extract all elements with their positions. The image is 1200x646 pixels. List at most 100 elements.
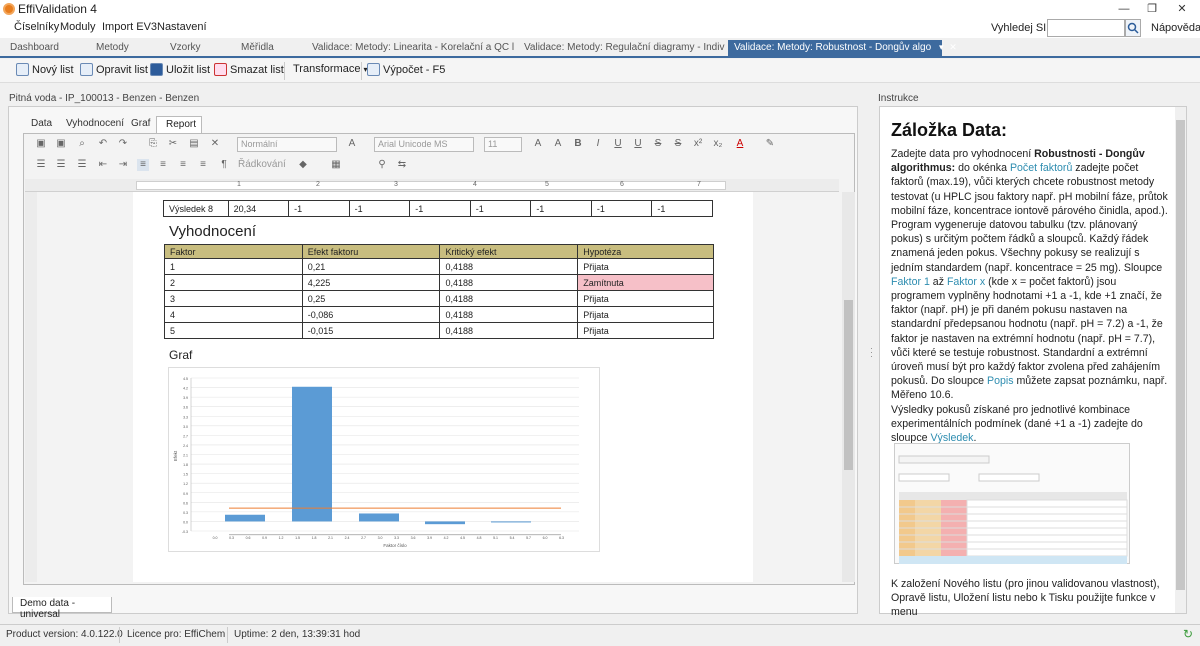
x-tick-label: 3.6: [411, 536, 416, 540]
column-header: Kritický efekt: [439, 244, 579, 259]
save-all-icon[interactable]: ▣: [55, 138, 67, 150]
subtab-report[interactable]: Report: [156, 116, 202, 133]
delete-sheet-button[interactable]: Smazat list: [214, 63, 284, 76]
ruler-body: [136, 181, 726, 190]
undo-icon[interactable]: ↶: [97, 138, 109, 150]
bottom-sheet-tab[interactable]: Demo data - universal: [12, 597, 112, 620]
menu-ciselniky[interactable]: Číselníky: [14, 21, 59, 33]
panel-splitter[interactable]: · · ·: [868, 106, 875, 614]
search-button[interactable]: [1125, 19, 1141, 37]
styles-icon[interactable]: A: [346, 138, 358, 150]
delete-icon: [214, 63, 227, 76]
borders-icon[interactable]: ▦: [330, 159, 342, 171]
tab-metody[interactable]: Metody: [96, 42, 129, 53]
size-select[interactable]: 11: [484, 137, 522, 152]
menu-import[interactable]: Import EV3: [102, 21, 157, 33]
menu-moduly[interactable]: Moduly: [60, 21, 95, 33]
tab-robustnost[interactable]: Validace: Metody: Robustnost - Dongův al…: [728, 40, 957, 58]
subscript-icon[interactable]: x₂: [712, 138, 724, 150]
preview-icon[interactable]: ⌕: [76, 138, 88, 150]
table-cell: 4,225: [301, 274, 441, 291]
search-icon: [1127, 22, 1139, 34]
decrease-indent-icon[interactable]: ⇤: [97, 159, 109, 171]
bullets-icon[interactable]: ☰: [35, 159, 47, 171]
strikethrough-icon[interactable]: S: [652, 138, 664, 150]
status-separator: [119, 627, 120, 643]
double-underline-icon[interactable]: U: [632, 138, 644, 150]
style-select[interactable]: Normální: [237, 137, 337, 152]
cut-icon[interactable]: ✂: [167, 138, 179, 150]
tab-vzorky[interactable]: Vzorky: [170, 42, 201, 53]
restore-button[interactable]: ❐: [1140, 1, 1164, 17]
y-tick-label: 0.3: [183, 511, 188, 515]
paste-icon[interactable]: ▤: [188, 138, 200, 150]
x-axis-label: Faktor číslo: [383, 543, 407, 548]
help-link[interactable]: Nápověda: [1151, 22, 1200, 34]
increase-indent-icon[interactable]: ⇥: [117, 159, 129, 171]
align-left-icon[interactable]: ≡: [137, 159, 149, 171]
italic-icon[interactable]: I: [592, 138, 604, 150]
tab-dashboard[interactable]: Dashboard: [10, 42, 59, 53]
compute-button[interactable]: Výpočet - F5: [367, 63, 445, 76]
refresh-icon[interactable]: ↻: [1183, 627, 1193, 641]
y-tick-label: 4.2: [183, 387, 188, 391]
new-sheet-button[interactable]: Nový list: [16, 63, 74, 76]
x-tick-label: 1.8: [312, 536, 317, 540]
highlight-icon[interactable]: ✎: [764, 138, 776, 150]
y-tick-label: 0.0: [183, 520, 188, 524]
compute-label: Výpočet - F5: [383, 63, 446, 76]
font-select[interactable]: Arial Unicode MS: [374, 137, 474, 152]
tab-menu-icon[interactable]: ▾: [939, 42, 944, 52]
justify-icon[interactable]: ≡: [197, 159, 209, 171]
clear-icon[interactable]: ✕: [209, 138, 221, 150]
table-cell: -1: [348, 200, 411, 217]
multilevel-icon[interactable]: ☰: [76, 159, 88, 171]
bold-icon[interactable]: B: [572, 138, 584, 150]
menu-nastaveni[interactable]: Nastavení: [157, 21, 207, 33]
table-cell: 0,4188: [439, 274, 579, 291]
line-spacing-menu[interactable]: Řádkování: [238, 159, 286, 170]
tab-regulacni[interactable]: Validace: Metody: Regulační diagramy - I…: [524, 42, 724, 53]
pilcrow-icon[interactable]: ¶: [218, 159, 230, 171]
tab-linearita[interactable]: Validace: Metody: Linearita - Korelační …: [312, 42, 514, 53]
edit-sheet-button[interactable]: Opravit list: [80, 63, 148, 76]
minimize-button[interactable]: —: [1112, 1, 1136, 17]
table-cell: 5: [164, 322, 303, 339]
underline-icon[interactable]: U: [612, 138, 624, 150]
grip-icon: · · ·: [870, 343, 873, 361]
column-header: Efekt faktoru: [301, 244, 441, 259]
table-cell: -1: [409, 200, 471, 217]
x-tick-label: 1.2: [279, 536, 284, 540]
copy-icon[interactable]: ⎘: [147, 138, 159, 150]
tab-meridla[interactable]: Měřidla: [241, 42, 274, 53]
toolbar-separator: [284, 62, 285, 80]
instructions-scroll-thumb[interactable]: [1176, 120, 1185, 590]
x-tick-label: 3.9: [427, 536, 432, 540]
close-button[interactable]: ✕: [1170, 1, 1194, 17]
align-center-icon[interactable]: ≡: [157, 159, 169, 171]
align-right-icon[interactable]: ≡: [177, 159, 189, 171]
subtab-graf[interactable]: Graf: [131, 118, 150, 129]
editor-scroll-thumb[interactable]: [844, 300, 853, 470]
search-input[interactable]: [1047, 19, 1125, 37]
double-strike-icon[interactable]: S: [672, 138, 684, 150]
superscript-icon[interactable]: x²: [692, 138, 704, 150]
save-sheet-button[interactable]: Uložit list: [150, 63, 210, 76]
calculator-icon: [367, 63, 380, 76]
grow-font-icon[interactable]: A: [532, 138, 544, 150]
search-label: Vyhledej SID: [991, 22, 1055, 34]
transform-menu[interactable]: Transformace ▾: [293, 63, 367, 75]
table-row: 1 0,21 0,4188 Přijata: [164, 258, 714, 275]
find-icon[interactable]: ⚲: [376, 159, 388, 171]
subtab-data[interactable]: Data: [31, 118, 52, 129]
redo-icon[interactable]: ↷: [117, 138, 129, 150]
font-color-icon[interactable]: A: [734, 138, 746, 150]
table-cell: 0,4188: [439, 322, 579, 339]
shading-icon[interactable]: ◆: [297, 159, 309, 171]
shrink-font-icon[interactable]: A: [552, 138, 564, 150]
subtab-vyhodnoceni[interactable]: Vyhodnocení: [66, 118, 124, 129]
save-icon[interactable]: ▣: [35, 138, 47, 150]
tab-close-icon[interactable]: ✕: [949, 42, 957, 52]
numbering-icon[interactable]: ☰: [55, 159, 67, 171]
replace-icon[interactable]: ⇆: [396, 159, 408, 171]
